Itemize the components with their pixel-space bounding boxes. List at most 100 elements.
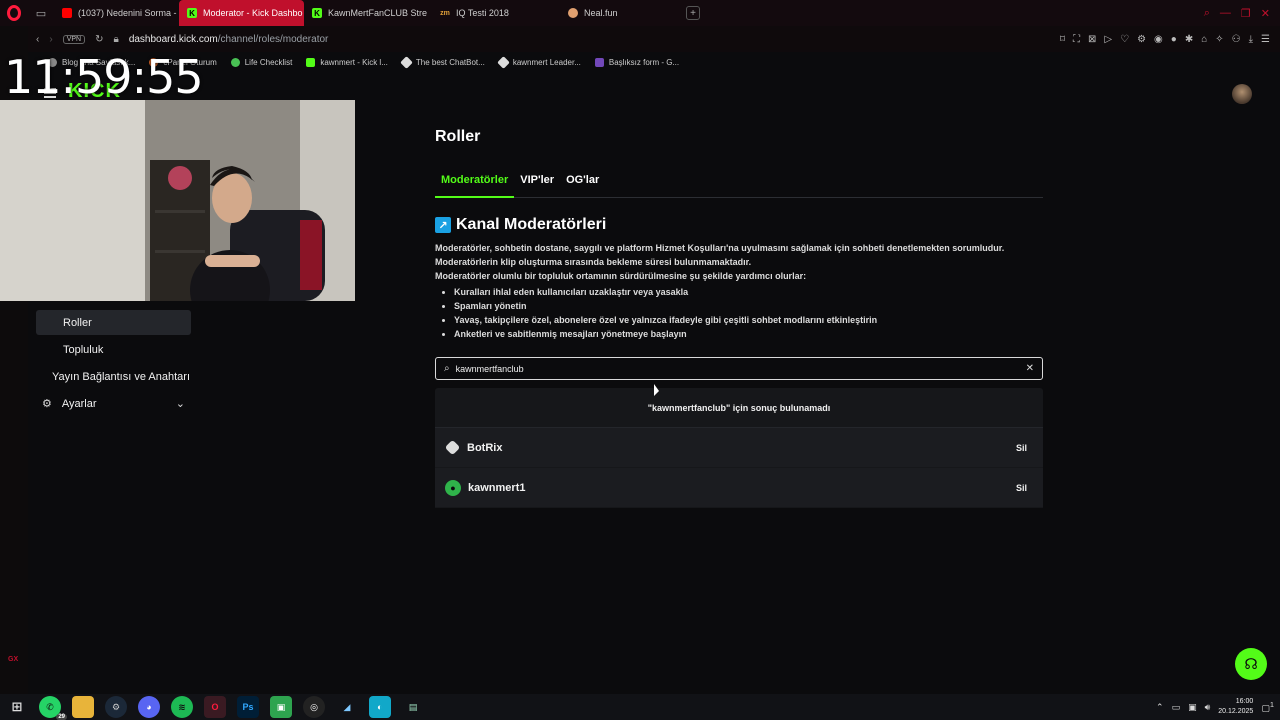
url-field[interactable]: dashboard.kick.com/channel/roles/moderat… (129, 34, 329, 45)
download-icon[interactable]: ⤓ (1249, 34, 1253, 45)
heart-icon[interactable]: ♡ (1120, 34, 1129, 45)
search-icon: ⌕ (444, 363, 450, 374)
moderator-name[interactable]: BotRix (467, 442, 502, 454)
kick-icon: K (312, 8, 322, 18)
botrix-icon (400, 55, 413, 69)
bookmark-item[interactable]: Başlıksız form - G... (594, 57, 679, 67)
list-item: Spamları yönetin (454, 299, 1043, 313)
search-icon[interactable]: ⌕ (1204, 7, 1210, 20)
tab-ogs[interactable]: OG'lar (560, 174, 605, 198)
player-icon[interactable]: ▷ (1104, 34, 1112, 45)
moderator-row: BotRix Sil (435, 428, 1043, 468)
extension-icon[interactable]: ⚙ (1137, 34, 1146, 45)
opera-gx-icon[interactable]: O (204, 696, 226, 718)
browser-tab-strip: ▭ (1037) Nedenini Sorma - K Moderator - … (0, 0, 1280, 26)
network-icon[interactable]: ▭ (1172, 702, 1181, 713)
bookmarks-bar: Blog ana Sayfası k... cPanel Oturum Life… (28, 52, 1280, 72)
bookmark-item[interactable]: The best ChatBot... (400, 55, 485, 69)
help-chat-button[interactable]: ☊ (1235, 648, 1267, 680)
tab-menu-icon[interactable]: ▭ (28, 0, 54, 26)
sidenav-item-topluluk[interactable]: Topluluk (36, 337, 191, 362)
tab-moderators[interactable]: Moderatörler (435, 174, 515, 198)
whatsapp-icon[interactable]: ✆ 29 (39, 696, 67, 720)
list-item: Yavaş, takipçilere özel, abonelere özel … (454, 313, 1043, 327)
bookmark-icon[interactable]: ⌑ (1060, 34, 1065, 45)
user-avatar[interactable] (1232, 84, 1252, 104)
minimize-icon[interactable]: — (1220, 7, 1231, 20)
volume-icon[interactable]: 🔊︎ (1205, 702, 1211, 713)
webcam-image (0, 100, 355, 301)
notepad-icon[interactable]: ▤ (402, 696, 424, 718)
opera-logo-icon[interactable] (0, 0, 28, 26)
snapshot-icon[interactable]: ⛶ (1073, 34, 1080, 45)
youtube-icon (62, 8, 72, 18)
sidenav-item-roller[interactable]: Roller (36, 310, 191, 335)
new-tab-button[interactable]: + (686, 6, 700, 20)
display-icon[interactable]: ▣ (1188, 702, 1197, 713)
tray-clock[interactable]: 16:00 20.12.2025 (1218, 697, 1253, 717)
search-input[interactable] (455, 363, 1020, 374)
iq-icon: zm (440, 9, 450, 17)
user-avatar-icon: ● (445, 479, 461, 496)
close-icon[interactable]: ✕ (1261, 7, 1270, 20)
back-icon[interactable]: ‹ (36, 34, 39, 45)
neal-icon (568, 8, 578, 18)
vpn-badge[interactable]: VPN (62, 34, 86, 44)
browser-tab[interactable]: zm IQ Testi 2018 (432, 0, 560, 26)
roles-main: Roller Moderatörler VIP'ler OG'lar ↗ Kan… (435, 128, 1043, 508)
notification-icon[interactable]: ▢1 (1261, 700, 1274, 714)
profile-icon[interactable]: ⚇ (1232, 34, 1241, 45)
maximize-icon[interactable]: ❐ (1241, 7, 1251, 20)
menu-icon[interactable]: ☰ (1261, 34, 1270, 45)
chrome-icon[interactable]: ◉ (1154, 34, 1163, 45)
sidenav-item-stream-key[interactable]: Yayın Bağlantısı ve Anahtarı (36, 364, 191, 389)
screen: ▭ (1037) Nedenini Sorma - K Moderator - … (0, 0, 1280, 720)
windows-start-icon[interactable]: ⊞ (6, 696, 28, 718)
remove-moderator-button[interactable]: Sil (1016, 483, 1033, 493)
app-icon[interactable]: ▣ (270, 696, 292, 718)
sidenav-item-label: Yayın Bağlantısı ve Anahtarı (52, 370, 190, 383)
app-icon[interactable]: ◢ (336, 696, 358, 718)
lock-icon: 🔒︎ (113, 33, 119, 45)
headset-icon: ☊ (1244, 656, 1258, 673)
reload-icon[interactable]: ↻ (95, 34, 103, 45)
browser-tab[interactable]: K KawnMertFanCLUB Stre (304, 0, 432, 26)
bookmark-item[interactable]: kawnmert Leader... (496, 55, 581, 69)
remove-moderator-button[interactable]: Sil (1016, 443, 1033, 453)
app-icon[interactable]: ◐ (369, 696, 391, 718)
photoshop-icon[interactable]: Ps (237, 696, 259, 718)
browser-tab[interactable]: (1037) Nedenini Sorma - (54, 0, 179, 26)
tab-vips[interactable]: VIP'ler (514, 174, 560, 198)
no-result-message: "kawnmertfanclub" için sonuç bulunamadı (435, 388, 1043, 428)
discord-icon[interactable]: ◕ (138, 696, 160, 718)
section-title: Kanal Moderatörleri (456, 216, 607, 233)
bookmark-item[interactable]: kawnmert - Kick l... (306, 57, 388, 67)
puzzle-icon[interactable]: ✧ (1215, 34, 1223, 45)
forward-icon[interactable]: › (49, 34, 52, 45)
extension-icon[interactable]: ✱ (1185, 34, 1193, 45)
extension-icon[interactable]: ⌂ (1201, 34, 1207, 45)
file-explorer-icon[interactable] (72, 696, 94, 718)
obs-icon[interactable]: ◎ (303, 696, 325, 718)
kick-icon (306, 57, 316, 67)
gear-icon: ⚙ (42, 398, 52, 410)
bookmark-item[interactable]: Life Checklist (230, 57, 292, 67)
chevron-up-icon[interactable]: ⌃ (1156, 702, 1164, 713)
browser-tab[interactable]: Neal.fun (560, 0, 680, 26)
clear-search-icon[interactable]: ✕ (1026, 363, 1034, 374)
sidenav-item-ayarlar[interactable]: ⚙ Ayarlar ⌄ (36, 391, 191, 416)
botrix-icon (444, 439, 461, 456)
description-line: Moderatörler olumlu bir topluluk ortamın… (435, 271, 807, 281)
roles-tabs: Moderatörler VIP'ler OG'lar (435, 174, 1043, 198)
moderator-name[interactable]: kawnmert1 (468, 482, 525, 494)
forms-icon (594, 57, 604, 67)
browser-tab-active[interactable]: K Moderator - Kick Dashbo (179, 0, 304, 26)
description: Moderatörler, sohbetin dostane, saygılı … (435, 241, 1043, 283)
mouse-cursor-icon (654, 384, 659, 396)
spotify-icon[interactable]: ≋ (171, 696, 193, 718)
extension-icon[interactable]: ● (1171, 34, 1177, 45)
dashboard-sidenav: Roller Topluluk Yayın Bağlantısı ve Anah… (36, 310, 191, 418)
gx-label: GX (8, 656, 19, 663)
steam-icon[interactable]: ⚙ (105, 696, 127, 718)
adblock-icon[interactable]: ⊠ (1088, 34, 1096, 45)
